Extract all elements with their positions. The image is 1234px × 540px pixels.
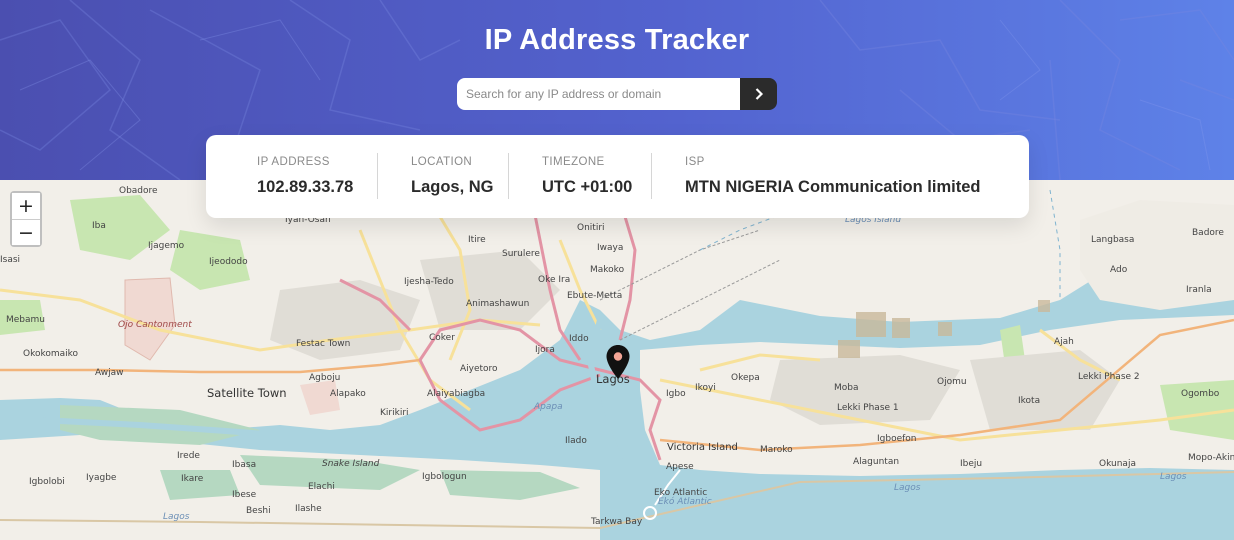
divider [508,153,509,199]
map-label: Lagos [894,483,921,493]
map-label: Festac Town [296,339,350,349]
map-label: Iyagbe [86,473,117,483]
isp-field: ISP MTN NIGERIA Communication limited [685,156,980,197]
map-label: Igbolobi [29,477,65,487]
map-label: Ikota [1018,396,1040,406]
map-label: Obadore [119,186,158,196]
map-label: Oke Ira [538,275,570,285]
map-label: Ado [1110,265,1128,275]
map-label: Ilashe [295,504,322,514]
map-label: Maroko [760,445,793,455]
zoom-control: + − [10,191,42,247]
map-label: Iba [92,221,106,231]
map-label: Ilado [565,436,587,446]
ip-address-label: IP ADDRESS [257,156,330,168]
map-label: Snake Island [322,459,380,469]
location-marker[interactable] [605,344,631,384]
map-label: Ibese [232,490,257,500]
map-label: Victoria Island [667,442,738,453]
search-input[interactable] [457,78,740,110]
map-label: Alaguntan [853,457,899,467]
map-label: Lagos [163,512,190,522]
map-label: Ikoyi [695,383,716,393]
map-label: Ibasa [232,460,256,470]
location-value: Lagos, NG [411,178,494,196]
map-label: Awjaw [95,368,124,378]
map-label: Onitiri [577,223,605,233]
map-label: Ebute-Metta [567,291,622,301]
map-label: Isasi [0,255,20,265]
map-label: Mebamu [6,315,45,325]
map-label: Apapa [533,402,563,412]
ip-address-value: 102.89.33.78 [257,178,354,196]
map-label: Ibeju [960,459,982,469]
map-label: Lagos [1160,472,1187,482]
map-label: Elachi [308,482,335,492]
map-label: Ijora [535,345,555,355]
map-label: Alaiyabiagba [427,389,485,399]
map-label: Iwaya [597,243,623,253]
timezone-value: UTC +01:00 [542,178,633,196]
map-label: Alapako [330,389,366,399]
map-label: Ikare [181,474,204,484]
map-label: Animashawun [466,299,529,309]
map-label: Lekki Phase 1 [837,403,899,413]
chevron-right-icon [755,88,763,100]
divider [377,153,378,199]
map-label: Ajah [1054,337,1074,347]
map-label: Makoko [590,265,625,275]
map-label: Okokomaiko [23,349,79,359]
map-label: Agboju [309,373,340,383]
divider [651,153,652,199]
map-label: Beshi [246,506,271,516]
map-label: Itire [468,235,486,245]
map-label: Igboefon [877,434,917,444]
ip-address-field: IP ADDRESS 102.89.33.78 [257,156,353,197]
location-field: LOCATION Lagos, NG [411,156,494,197]
isp-label: ISP [685,156,705,168]
map-label: Iddo [569,334,589,344]
map-label: Okunaja [1099,459,1136,469]
location-pin-icon [606,345,630,379]
ip-info-card: IP ADDRESS 102.89.33.78 LOCATION Lagos, … [206,135,1029,218]
map-label: Mopo-Akin [1188,453,1234,463]
map-label: Moba [834,383,859,393]
page-title: IP Address Tracker [484,24,750,56]
location-label: LOCATION [411,156,473,168]
map-label: Kirikiri [380,408,409,418]
timezone-field: TIMEZONE UTC +01:00 [542,156,632,197]
map-label: Langbasa [1091,235,1134,245]
map-label: Igbo [666,389,686,399]
map-label: Ojo Cantonment [118,320,192,330]
zoom-in-button[interactable]: + [12,193,40,219]
map-label: Ijeododo [209,257,248,267]
map-label: Ijesha-Tedo [404,277,454,287]
map-label: Ekó Atlantic [658,496,712,507]
map-label: Ojomu [937,377,967,387]
map-label: Ogombo [1181,389,1220,399]
map-label: Surulere [502,249,540,259]
map-label: Igbologun [422,472,467,482]
map-label: Badore [1192,228,1224,238]
map-label: Lekki Phase 2 [1078,372,1140,382]
map-label: Apese [666,462,694,472]
map-label: Satellite Town [207,386,287,400]
map-label: Irede [177,451,200,461]
search-submit-button[interactable] [740,78,777,110]
map-label: Aiyetoro [460,364,498,374]
timezone-label: TIMEZONE [542,156,605,168]
map-label: Coker [429,333,455,343]
isp-value: MTN NIGERIA Communication limited [685,178,981,196]
search-form [457,78,777,110]
map-label: Okepa [731,373,760,383]
zoom-out-button[interactable]: − [12,219,40,245]
map-label: Tarkwa Bay [590,517,643,527]
map-label: Ijagemo [148,241,185,251]
map-label: Iranla [1186,285,1212,295]
